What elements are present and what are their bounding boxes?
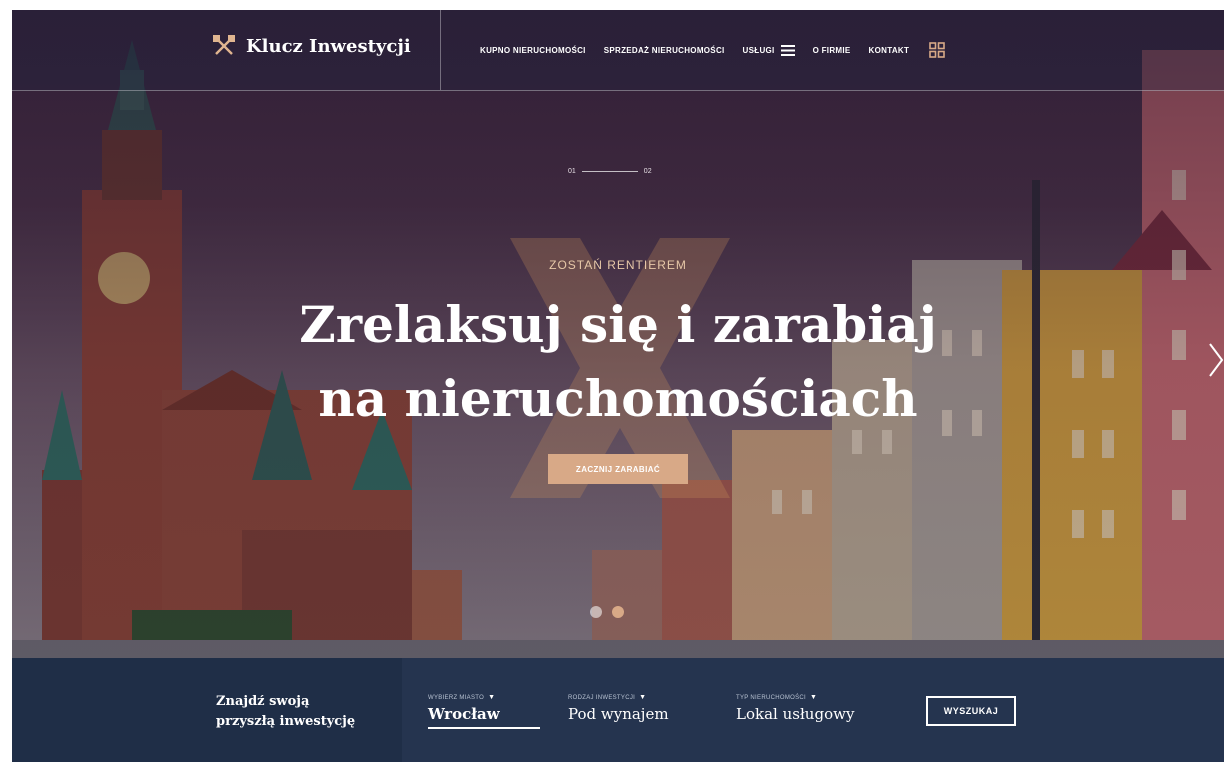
- nav-services-label: USŁUGI: [742, 45, 775, 55]
- search-title-line-2: przyszłą inwestycję: [216, 714, 356, 729]
- investment-type-select-label-row: RODZAJ INWESTYCJI ▼: [568, 694, 698, 701]
- list-icon: [780, 44, 795, 56]
- search-button[interactable]: WYSZUKAJ: [926, 696, 1016, 726]
- city-select[interactable]: WYBIERZ MIASTO ▼ Wrocław: [428, 694, 540, 729]
- nav-buy-property[interactable]: KUPNO NIERUCHOMOŚCI: [480, 46, 586, 55]
- property-type-select[interactable]: TYP NIERUCHOMOŚCI ▼ Lokal usługowy: [736, 694, 886, 727]
- nav-about[interactable]: O FIRMIE: [813, 46, 851, 55]
- nav-services[interactable]: USŁUGI: [742, 44, 795, 56]
- grid-menu-icon[interactable]: [929, 42, 945, 58]
- logo[interactable]: Klucz Inwestycji: [212, 34, 411, 58]
- chevron-down-icon: ▼: [639, 694, 647, 701]
- investment-type-select[interactable]: RODZAJ INWESTYCJI ▼ Pod wynajem: [568, 694, 698, 727]
- slider-dots: [590, 606, 624, 618]
- slide-counter-total: 02: [643, 168, 652, 175]
- chevron-down-icon: ▼: [810, 694, 818, 701]
- property-type-select-value: Lokal usługowy: [736, 705, 855, 723]
- slider-dot-2[interactable]: [612, 606, 624, 618]
- site-header: Klucz Inwestycji KUPNO NIERUCHOMOŚCI SPR…: [12, 10, 1224, 91]
- search-title: Znajdź swoją przyszłą inwestycję: [216, 692, 396, 732]
- page: 01 02 ZOSTAŃ RENTIEREM Zrelaksuj się i z…: [12, 10, 1224, 762]
- property-type-select-label: TYP NIERUCHOMOŚCI: [736, 694, 806, 701]
- search-title-line-1: Znajdź swoją: [216, 694, 310, 709]
- investment-type-select-label: RODZAJ INWESTYCJI: [568, 694, 636, 701]
- slider-dot-1[interactable]: [590, 606, 602, 618]
- hero-headline-line-1: Zrelaksuj się i zarabiaj: [299, 295, 937, 354]
- city-select-label: WYBIERZ MIASTO: [428, 694, 485, 701]
- slide-counter: 01 02: [568, 168, 652, 175]
- main-nav: KUPNO NIERUCHOMOŚCI SPRZEDAŻ NIERUCHOMOŚ…: [480, 42, 945, 58]
- slide-counter-current: 01: [568, 168, 576, 175]
- slide-counter-line: [581, 171, 638, 172]
- hero-headline: Zrelaksuj się i zarabiaj na nieruchomośc…: [12, 288, 1224, 436]
- next-slide-arrow-icon[interactable]: [1208, 340, 1224, 380]
- hero-eyebrow: ZOSTAŃ RENTIEREM: [549, 258, 687, 272]
- city-select-label-row: WYBIERZ MIASTO ▼: [428, 694, 540, 701]
- investment-type-select-value: Pod wynajem: [568, 705, 669, 723]
- search-bar: Znajdź swoją przyszłą inwestycję WYBIERZ…: [12, 658, 1224, 762]
- header-divider: [440, 10, 441, 90]
- start-earning-button[interactable]: ZACZNIJ ZARABIAĆ: [548, 454, 688, 484]
- property-type-select-label-row: TYP NIERUCHOMOŚCI ▼: [736, 694, 886, 701]
- chevron-down-icon: ▼: [488, 694, 496, 701]
- logo-text: Klucz Inwestycji: [246, 35, 411, 57]
- hero-slider: 01 02 ZOSTAŃ RENTIEREM Zrelaksuj się i z…: [12, 10, 1224, 658]
- nav-sell-property[interactable]: SPRZEDAŻ NIERUCHOMOŚCI: [604, 46, 725, 55]
- city-select-value: Wrocław: [428, 705, 540, 729]
- crossed-keys-icon: [213, 35, 235, 55]
- hero-headline-line-2: na nieruchomościach: [318, 369, 918, 428]
- nav-contact[interactable]: KONTAKT: [869, 46, 910, 55]
